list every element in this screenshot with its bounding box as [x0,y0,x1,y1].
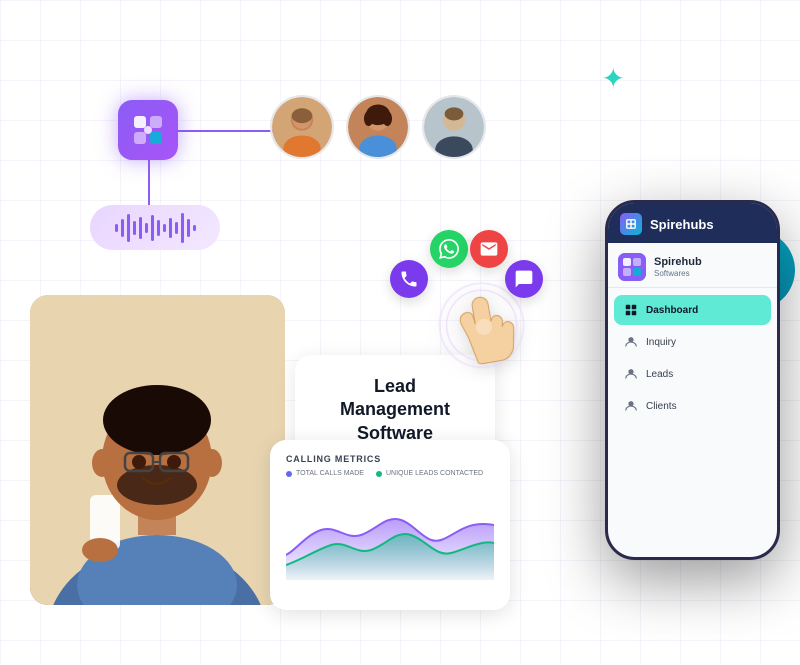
metrics-card: CALLING METRICS TOTAL CALLS MADE UNIQUE … [270,440,510,610]
sidebar-logo-sub: Softwares [654,269,702,278]
star-decoration: ✦ [602,65,625,93]
dashboard-icon [624,303,638,317]
nav-item-dashboard[interactable]: Dashboard [614,295,771,325]
clients-icon [624,399,638,413]
legend-dot-calls [286,471,292,477]
inquiry-icon [624,335,638,349]
phone-icon [390,260,428,298]
logo-icon [118,100,178,160]
phone-header: Spirehubs [608,203,777,243]
phone-header-title: Spirehubs [650,217,714,232]
chart-area [286,485,494,585]
nav-label-inquiry: Inquiry [646,337,676,348]
avatars-row [270,95,486,159]
float-icons-container [390,230,520,330]
avatar-1 [270,95,334,159]
phone-screen: Spirehubs [608,203,777,557]
whatsapp-icon [430,230,468,268]
legend-item-leads: UNIQUE LEADS CONTACTED [376,470,483,477]
email-icon [470,230,508,268]
legend-label-calls: TOTAL CALLS MADE [296,470,364,477]
voice-wave [90,205,220,250]
phone-header-logo-icon [620,213,642,235]
legend-item-calls: TOTAL CALLS MADE [286,470,364,477]
leads-icon [624,367,638,381]
nav-label-dashboard: Dashboard [646,305,698,316]
sidebar-logo-icon [618,253,646,281]
metrics-legend: TOTAL CALLS MADE UNIQUE LEADS CONTACTED [286,470,494,477]
nav-label-leads: Leads [646,369,673,380]
phone-mockup: Spirehubs [605,200,780,560]
avatar-3 [422,95,486,159]
legend-label-leads: UNIQUE LEADS CONTACTED [386,470,483,477]
metrics-title: CALLING METRICS [286,454,494,464]
legend-dot-leads [376,471,382,477]
chat-icon [505,260,543,298]
nav-item-clients[interactable]: Clients [614,391,771,421]
nav-item-inquiry[interactable]: Inquiry [614,327,771,357]
phone-nav: Dashboard Inquiry [608,288,777,557]
person-photo [30,295,285,605]
phone-sidebar-logo: Spirehub Softwares [608,243,777,288]
nav-item-leads[interactable]: Leads [614,359,771,389]
sidebar-logo-text: Spirehub [654,256,702,269]
avatar-2 [346,95,410,159]
nav-label-clients: Clients [646,401,677,412]
